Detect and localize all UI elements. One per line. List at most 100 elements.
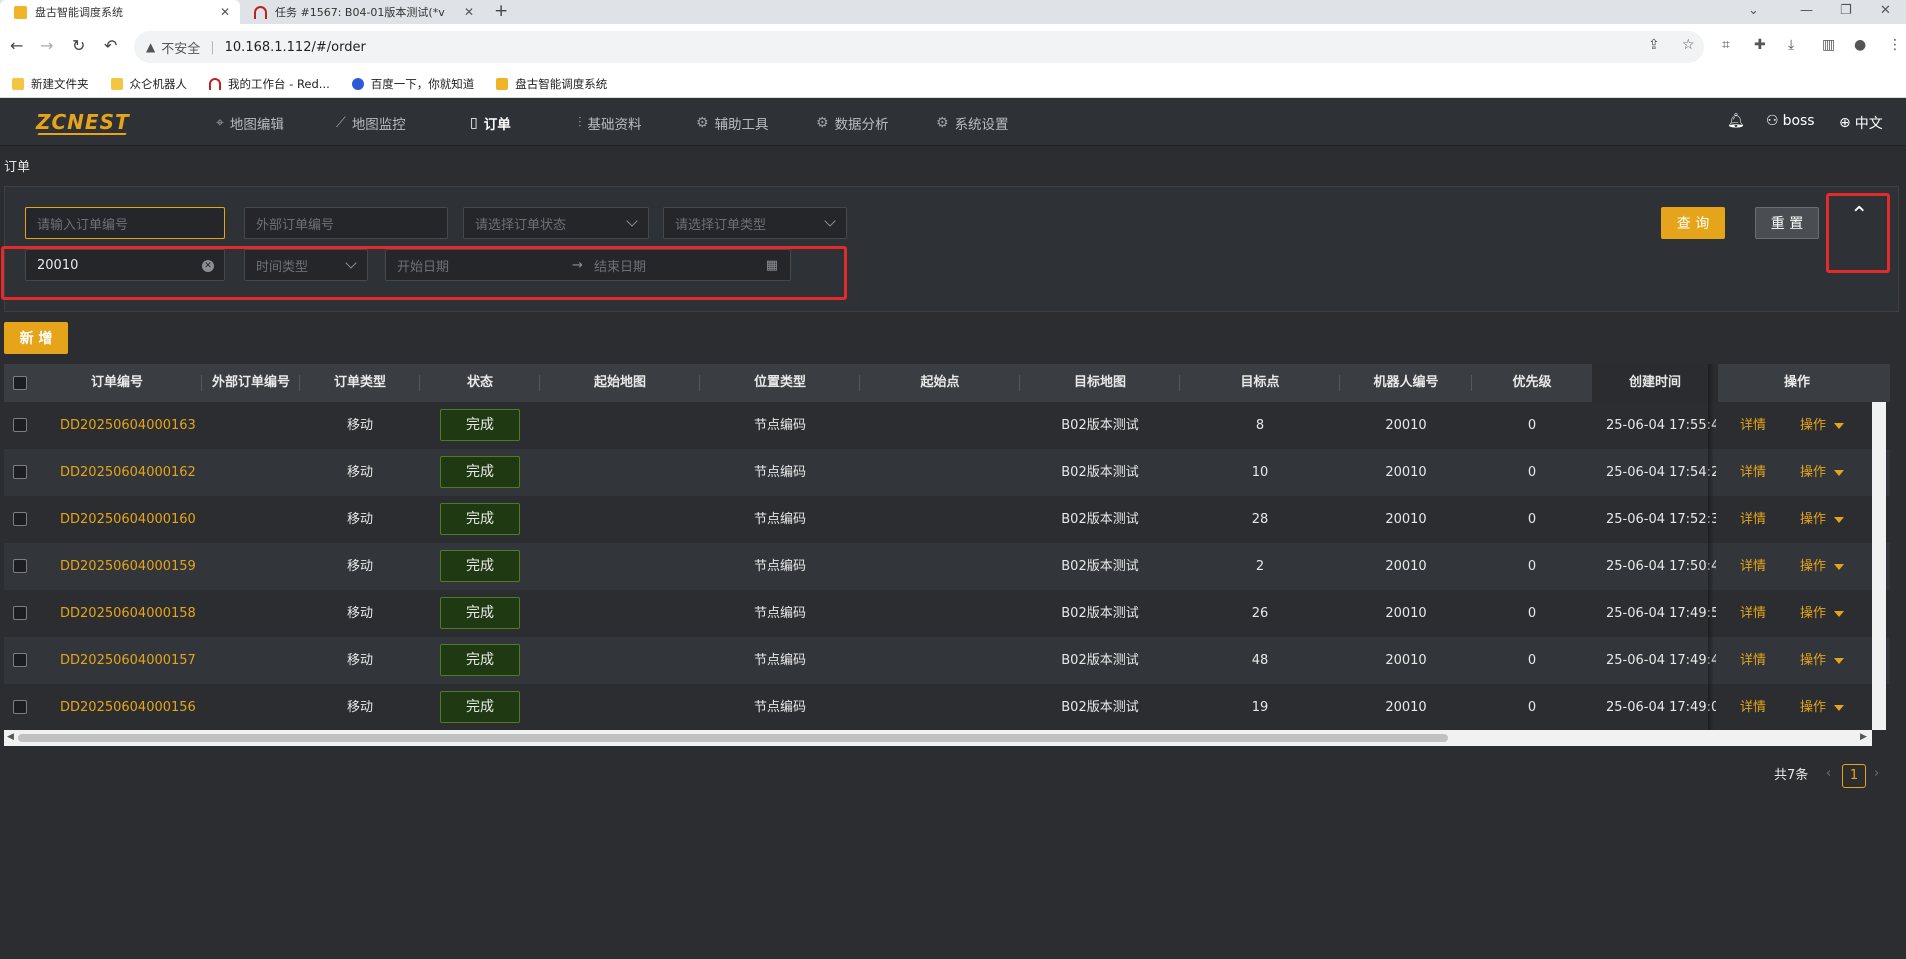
close-tab-icon[interactable]: ✕ [220,5,230,19]
nav-basic-data[interactable]: ⫶ 基础资料 [578,113,642,133]
close-window-icon[interactable]: ✕ [1880,3,1891,18]
bookmark-item[interactable]: 百度一下，你就知道 [351,76,474,92]
nav-tools[interactable]: ⚙ 辅助工具 [696,113,769,133]
sidebar-icon[interactable]: ▥ [1822,37,1835,53]
app-favicon-icon [496,77,509,90]
app-header: ZCNEST ⌖ 地图编辑 ⟋ 地图监控 ▯ 订单 ⫶ 基础资料 ⚙ 辅助工具 ⚙ 数据分析… [0,98,1906,146]
operation-dropdown[interactable]: 操作 [1800,402,1845,449]
nav-map-edit[interactable]: ⌖ 地图编辑 [216,113,284,133]
forward-icon[interactable]: → [40,36,53,55]
detail-link[interactable]: 详情 [1740,684,1766,731]
bookmark-item[interactable]: 众仑机器人 [110,76,188,92]
prev-page-icon[interactable]: ‹ [1826,766,1831,781]
actions-cell: 详情 操作 [1718,496,1876,543]
minimize-icon[interactable]: — [1800,3,1813,18]
scroll-right-icon[interactable]: ▶ [1860,732,1867,742]
col-status: 状态 [420,364,540,402]
vertical-scrollbar[interactable] [1872,402,1886,730]
nav-settings[interactable]: ⚙ 系统设置 [936,113,1009,133]
status-cell: 完成 [420,684,540,731]
close-tab-icon[interactable]: ✕ [464,5,474,19]
language-switch[interactable]: ⊕ 中文 [1839,113,1883,133]
menu-icon[interactable]: ⋮ [1888,37,1902,53]
row-checkbox[interactable] [13,606,27,620]
nav-map-monitor[interactable]: ⟋ 地图监控 [336,113,406,133]
bell-icon[interactable]: 🔔︎ [1727,113,1745,129]
order-no-link[interactable]: DD20250604000159 [60,543,202,590]
reload-icon[interactable]: ↻ [72,36,85,55]
operation-dropdown[interactable]: 操作 [1800,449,1845,496]
next-page-icon[interactable]: › [1874,766,1879,781]
browser-tab[interactable]: 任务 #1567: B04-01版本测试(*v ✕ [240,0,484,24]
share-icon[interactable]: ⇪ [1648,37,1660,53]
caret-down-icon [1834,657,1845,664]
select-all-checkbox[interactable] [13,376,27,390]
horizontal-scrollbar[interactable]: ◀ ▶ [4,730,1872,746]
profile-icon[interactable]: ● [1854,37,1866,53]
redmine-icon [209,77,221,90]
crop-icon[interactable]: ⌗ [1722,37,1730,53]
operation-dropdown[interactable]: 操作 [1800,590,1845,637]
detail-link[interactable]: 详情 [1740,637,1766,684]
nav-orders[interactable]: ▯ 订单 [470,113,511,133]
order-no-link[interactable]: DD20250604000158 [60,590,202,637]
detail-link[interactable]: 详情 [1740,402,1766,449]
order-no-link[interactable]: DD20250604000163 [60,402,202,449]
tab-search-icon[interactable]: ⌄ [1748,3,1759,18]
status-badge: 完成 [440,597,520,629]
nav-data-analysis[interactable]: ⚙ 数据分析 [816,113,889,133]
scroll-left-icon[interactable]: ◀ [7,732,14,742]
target-map-cell: B02版本测试 [1061,606,1139,621]
bookmark-star-icon[interactable]: ☆ [1682,37,1695,53]
bookmark-item[interactable]: 新建文件夹 [12,76,89,92]
download-icon[interactable]: ⤓ [1788,37,1794,53]
operation-dropdown[interactable]: 操作 [1800,684,1845,731]
reset-button[interactable]: 重 置 [1755,207,1819,239]
address-bar[interactable]: ▲ 不安全 | 10.168.1.112/#/order [134,31,1704,63]
query-button[interactable]: 查 询 [1661,207,1725,239]
extensions-icon[interactable]: ✚ [1754,37,1766,53]
detail-link[interactable]: 详情 [1740,449,1766,496]
actions-cell: 详情 操作 [1718,590,1876,637]
detail-link[interactable]: 详情 [1740,543,1766,590]
undo-icon[interactable]: ↶ [104,36,117,55]
order-status-select[interactable]: 请选择订单状态 [463,207,649,239]
robot-no-cell: 20010 [1385,606,1427,621]
restore-icon[interactable]: ❐ [1840,3,1852,18]
col-created-at[interactable]: 创建时间 [1592,364,1718,402]
order-no-link[interactable]: DD20250604000157 [60,637,202,684]
user-menu[interactable]: ⚇ boss [1766,113,1815,129]
order-no-input[interactable]: 请输入订单编号 [25,207,225,239]
bookmark-item[interactable]: 我的工作台 - Red... [209,76,330,92]
table-header: 订单编号 外部订单编号 订单类型 状态 起始地图 位置类型 起始点 目标地图 目… [4,364,1890,402]
add-button[interactable]: 新 增 [4,322,68,354]
row-checkbox[interactable] [13,559,27,573]
created-at-cell: 25-06-04 17:54:26 [1606,465,1716,480]
browser-tab-active[interactable]: 盘古智能调度系统 ✕ [0,0,240,24]
order-no-link[interactable]: DD20250604000156 [60,684,202,731]
order-type-select[interactable]: 请选择订单类型 [663,207,847,239]
external-order-no-input[interactable]: 外部订单编号 [244,207,448,239]
order-no-link[interactable]: DD20250604000162 [60,449,202,496]
row-checkbox[interactable] [13,465,27,479]
new-tab-button[interactable]: + [494,1,508,21]
order-no-link[interactable]: DD20250604000160 [60,496,202,543]
operation-dropdown[interactable]: 操作 [1800,543,1845,590]
page-number-current[interactable]: 1 [1842,764,1866,788]
robot-no-cell: 20010 [1385,465,1427,480]
bookmark-item[interactable]: 盘古智能调度系统 [496,76,607,92]
row-checkbox[interactable] [13,653,27,667]
row-checkbox[interactable] [13,700,27,714]
detail-link[interactable]: 详情 [1740,590,1766,637]
back-icon[interactable]: ← [10,36,23,55]
bookmark-label: 众仑机器人 [129,76,188,91]
operation-dropdown[interactable]: 操作 [1800,496,1845,543]
header-label: 目标点 [1240,375,1280,390]
operation-dropdown[interactable]: 操作 [1800,637,1845,684]
row-checkbox[interactable] [13,512,27,526]
scrollbar-thumb[interactable] [18,734,1448,742]
row-checkbox[interactable] [13,418,27,432]
col-start-map: 起始地图 [540,364,700,402]
detail-link[interactable]: 详情 [1740,496,1766,543]
gear-icon: ⚙ [696,115,709,131]
